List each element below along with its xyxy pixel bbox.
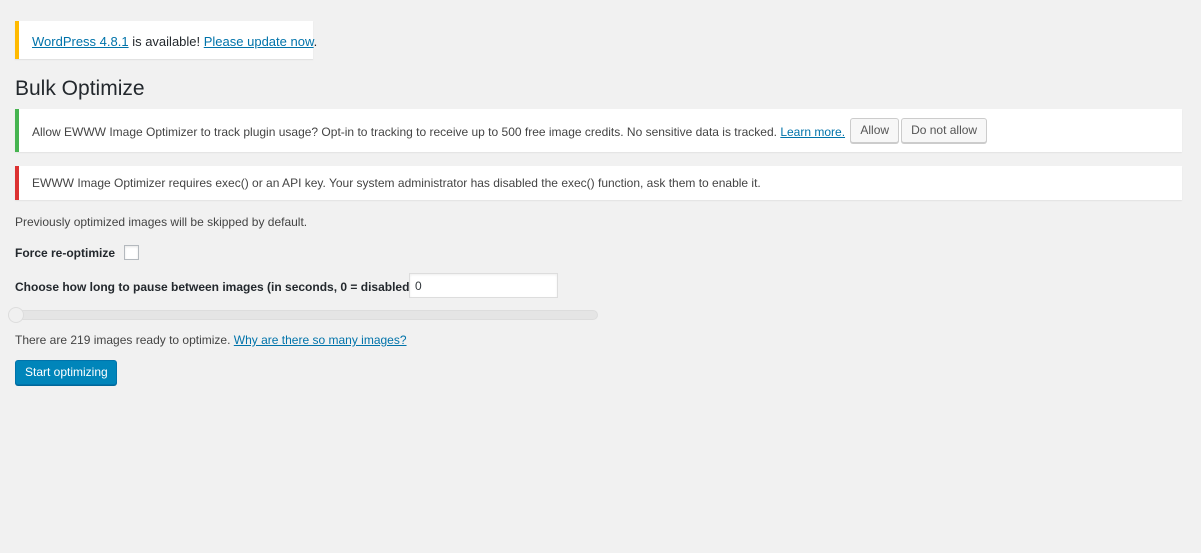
force-reoptimize-checkbox[interactable] <box>124 245 139 260</box>
start-optimizing-button[interactable]: Start optimizing <box>15 360 117 385</box>
images-ready-text: There are 219 images ready to optimize. … <box>15 333 407 347</box>
skipped-info-text: Previously optimized images will be skip… <box>15 215 308 229</box>
exec-error-text: EWWW Image Optimizer requires exec() or … <box>32 176 761 190</box>
update-notice-text: is available! <box>128 34 204 49</box>
images-ready-count: There are 219 images ready to optimize. <box>15 333 234 347</box>
update-notice-period: . <box>313 34 318 49</box>
update-now-link[interactable]: Please update now <box>204 34 314 49</box>
why-so-many-images-link[interactable]: Why are there so many images? <box>234 333 407 347</box>
allow-button[interactable]: Allow <box>850 118 900 143</box>
pause-delay-label: Choose how long to pause between images … <box>15 280 414 294</box>
slider-handle[interactable] <box>8 307 24 323</box>
tracking-notice: Allow EWWW Image Optimizer to track plug… <box>15 109 1182 152</box>
pause-delay-input[interactable] <box>409 273 558 298</box>
learn-more-link[interactable]: Learn more. <box>780 125 845 139</box>
page-title: Bulk Optimize <box>15 77 145 100</box>
exec-error-notice: EWWW Image Optimizer requires exec() or … <box>15 166 1182 200</box>
pause-delay-slider[interactable] <box>8 310 598 320</box>
force-reoptimize-label: Force re-optimize <box>15 246 116 260</box>
wordpress-version-link[interactable]: WordPress 4.8.1 <box>32 34 129 49</box>
do-not-allow-button[interactable]: Do not allow <box>901 118 988 143</box>
tracking-notice-text: Allow EWWW Image Optimizer to track plug… <box>32 125 781 139</box>
update-notice: WordPress 4.8.1 is available! Please upd… <box>15 21 317 59</box>
